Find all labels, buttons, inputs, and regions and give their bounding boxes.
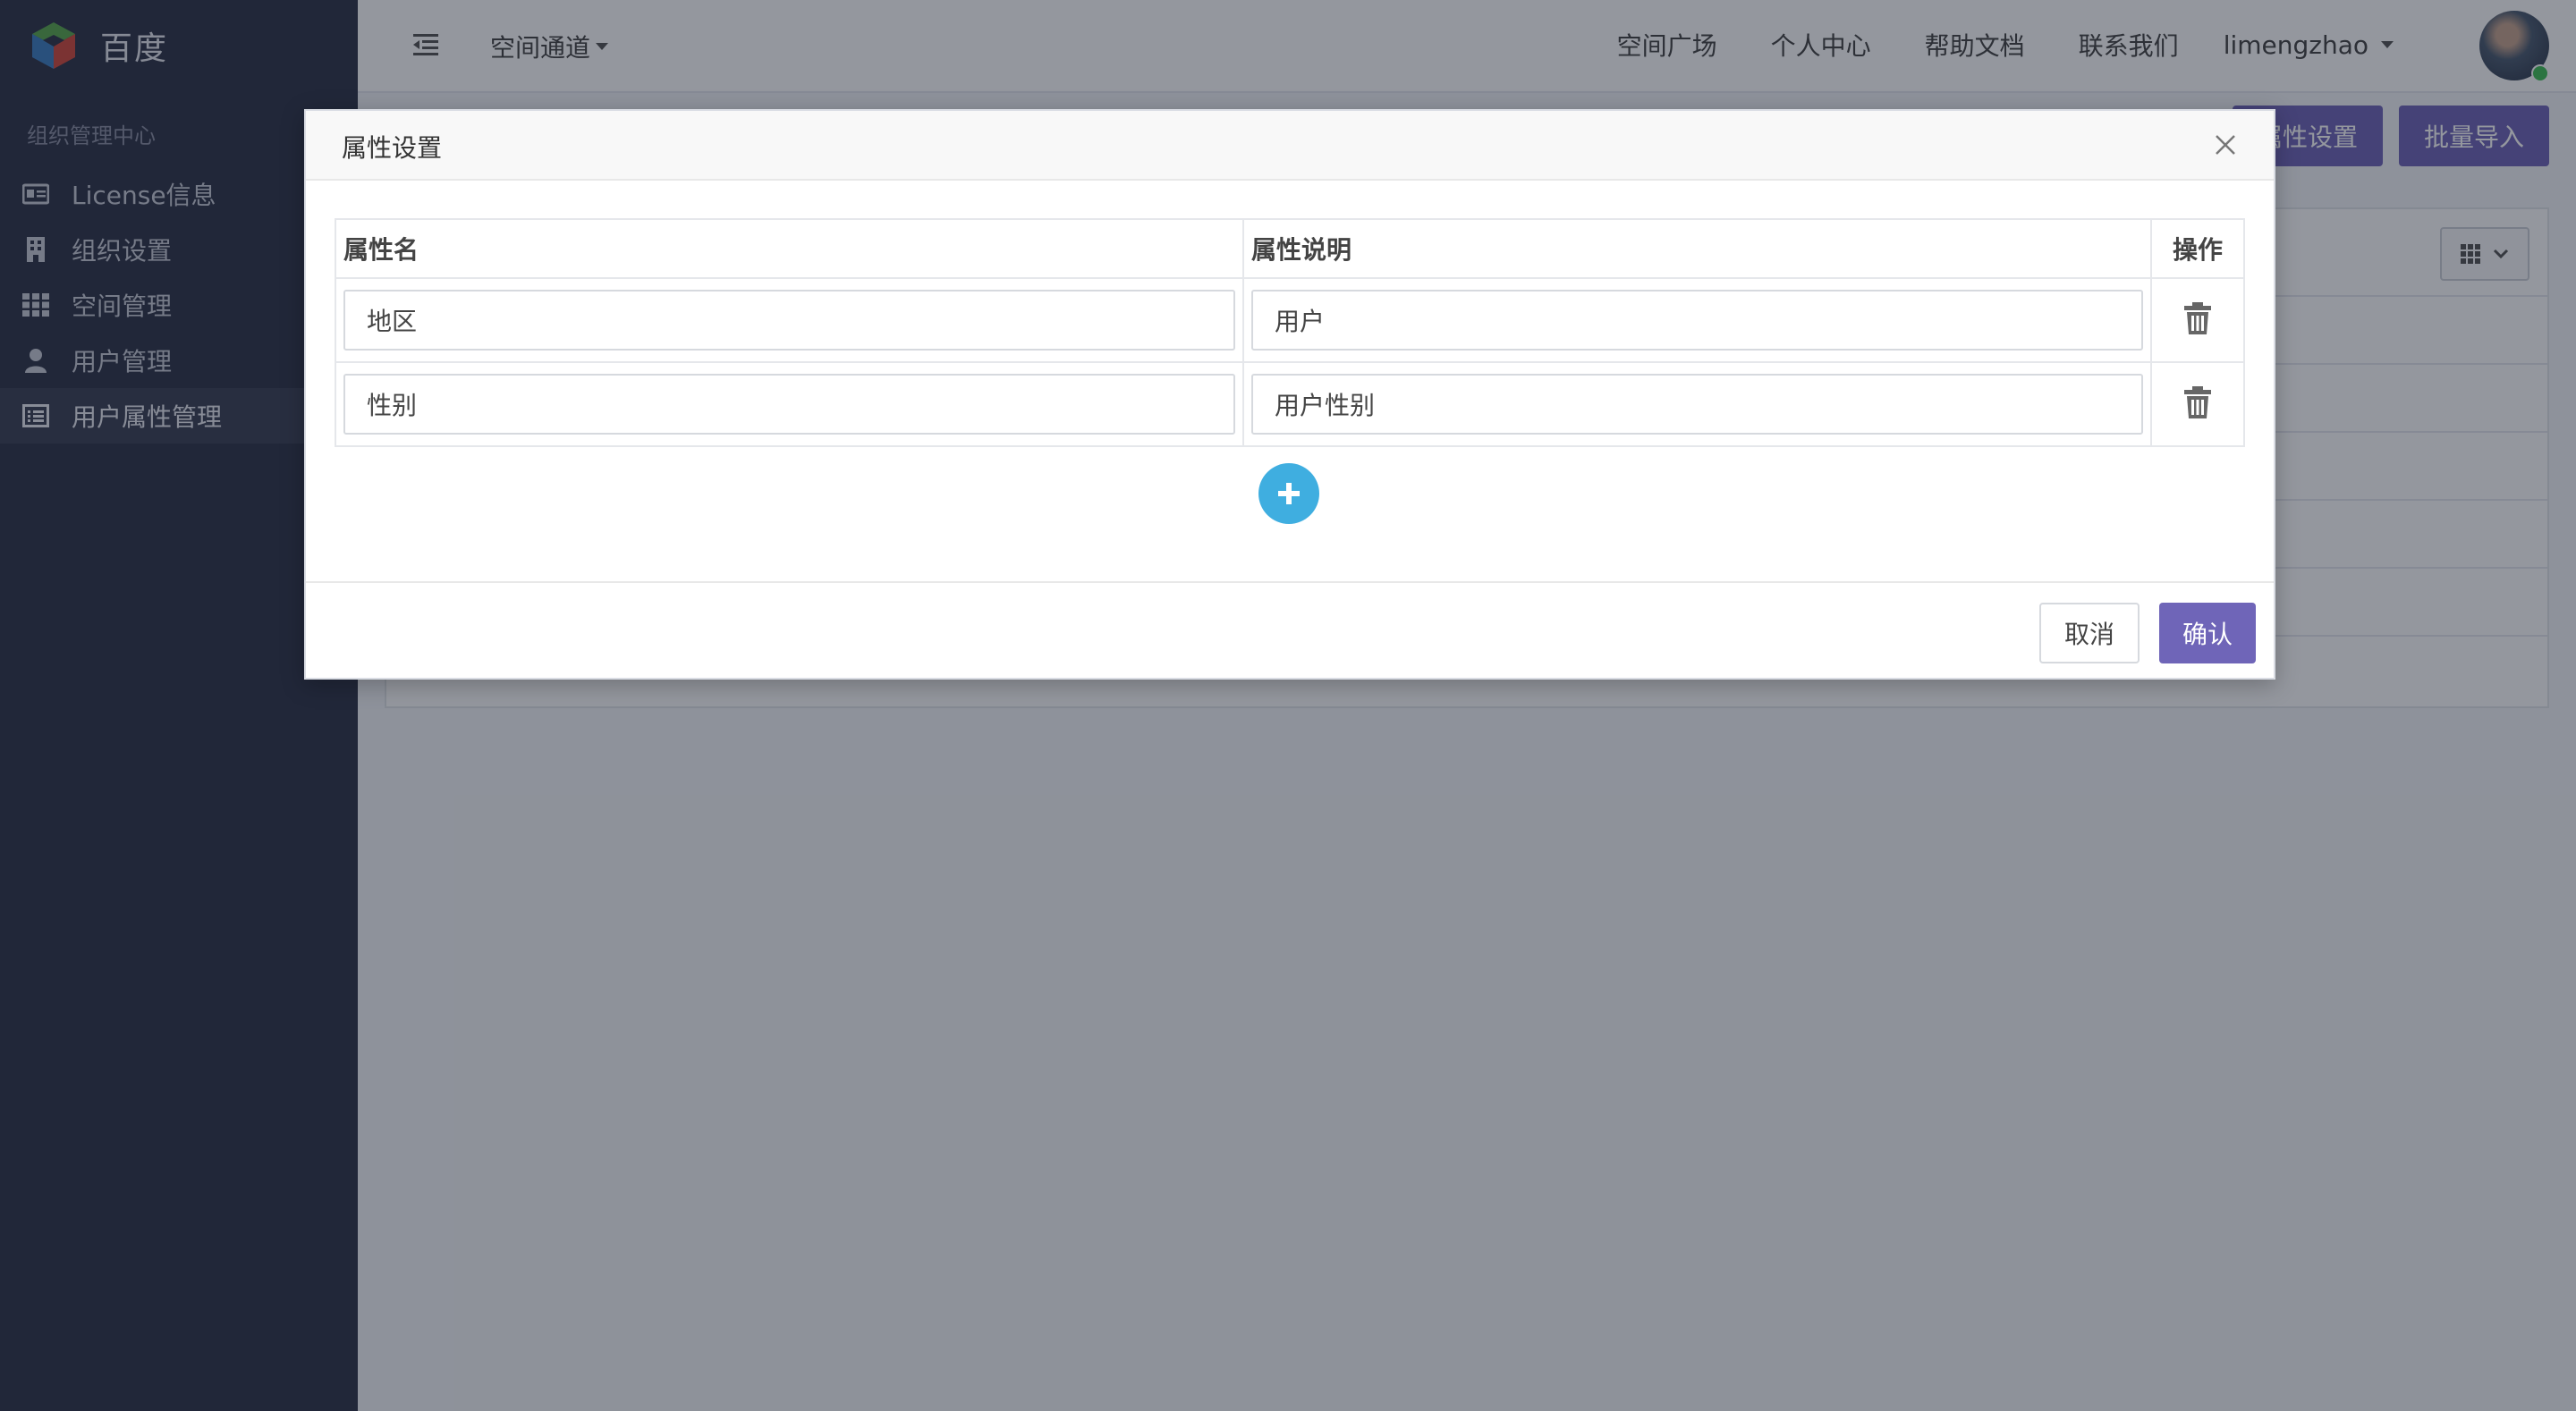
attribute-description-input[interactable] <box>1251 290 2144 351</box>
column-header-action: 操作 <box>2150 218 2245 279</box>
column-header-attribute-name: 属性名 <box>334 218 1245 279</box>
table-row <box>334 361 2245 447</box>
table-cell <box>2150 361 2245 447</box>
trash-icon[interactable] <box>2182 300 2214 336</box>
close-icon[interactable] <box>2213 132 2238 157</box>
add-attribute-button[interactable] <box>1258 463 1319 524</box>
column-header-attribute-description: 属性说明 <box>1242 218 2153 279</box>
attribute-name-input[interactable] <box>343 374 1236 435</box>
table-cell <box>1242 361 2153 447</box>
modal-footer: 取消 确认 <box>306 581 2274 678</box>
attribute-settings-modal: 属性设置 属性名 属性说明 操作 地区 用户 性别 用户性别 取消 确认 <box>304 109 2275 680</box>
trash-icon[interactable] <box>2182 384 2214 420</box>
cancel-button[interactable]: 取消 <box>2038 603 2140 663</box>
modal-header: 属性设置 <box>306 111 2274 181</box>
attribute-name-input[interactable] <box>343 290 1236 351</box>
table-row <box>334 277 2245 363</box>
attribute-description-input[interactable] <box>1251 374 2144 435</box>
table-cell <box>1242 277 2153 363</box>
modal-title: 属性设置 <box>342 133 443 163</box>
table-cell <box>334 361 1245 447</box>
plus-icon <box>1278 483 1300 504</box>
table-cell <box>2150 277 2245 363</box>
confirm-button[interactable]: 确认 <box>2158 603 2256 663</box>
table-header-row: 属性名 属性说明 操作 <box>334 218 2245 279</box>
table-cell <box>334 277 1245 363</box>
attribute-table: 属性名 属性说明 操作 <box>334 218 2245 447</box>
